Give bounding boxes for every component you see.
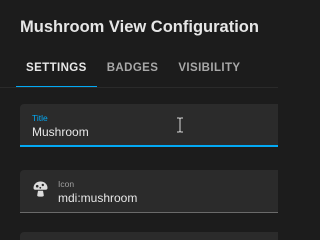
title-field[interactable]: Title Mushroom (20, 104, 278, 147)
tab-bar: SETTINGS BADGES VISIBILITY (16, 52, 250, 88)
icon-field-value[interactable]: mdi:mushroom (58, 191, 137, 205)
tab-visibility[interactable]: VISIBILITY (168, 52, 250, 88)
dialog-title: Mushroom View Configuration (20, 18, 259, 36)
icon-field-label: Icon (58, 179, 75, 189)
tab-settings[interactable]: SETTINGS (16, 52, 97, 88)
title-field-label: Title (32, 113, 48, 123)
icon-field[interactable]: Icon mdi:mushroom (20, 170, 278, 213)
mushroom-icon (33, 181, 48, 197)
next-field[interactable] (20, 232, 278, 240)
title-field-value[interactable]: Mushroom (32, 125, 89, 139)
view-config-dialog: Mushroom View Configuration SETTINGS BAD… (0, 0, 278, 240)
text-cursor-icon (177, 117, 183, 133)
tab-divider (0, 87, 278, 88)
tab-badges[interactable]: BADGES (97, 52, 169, 88)
